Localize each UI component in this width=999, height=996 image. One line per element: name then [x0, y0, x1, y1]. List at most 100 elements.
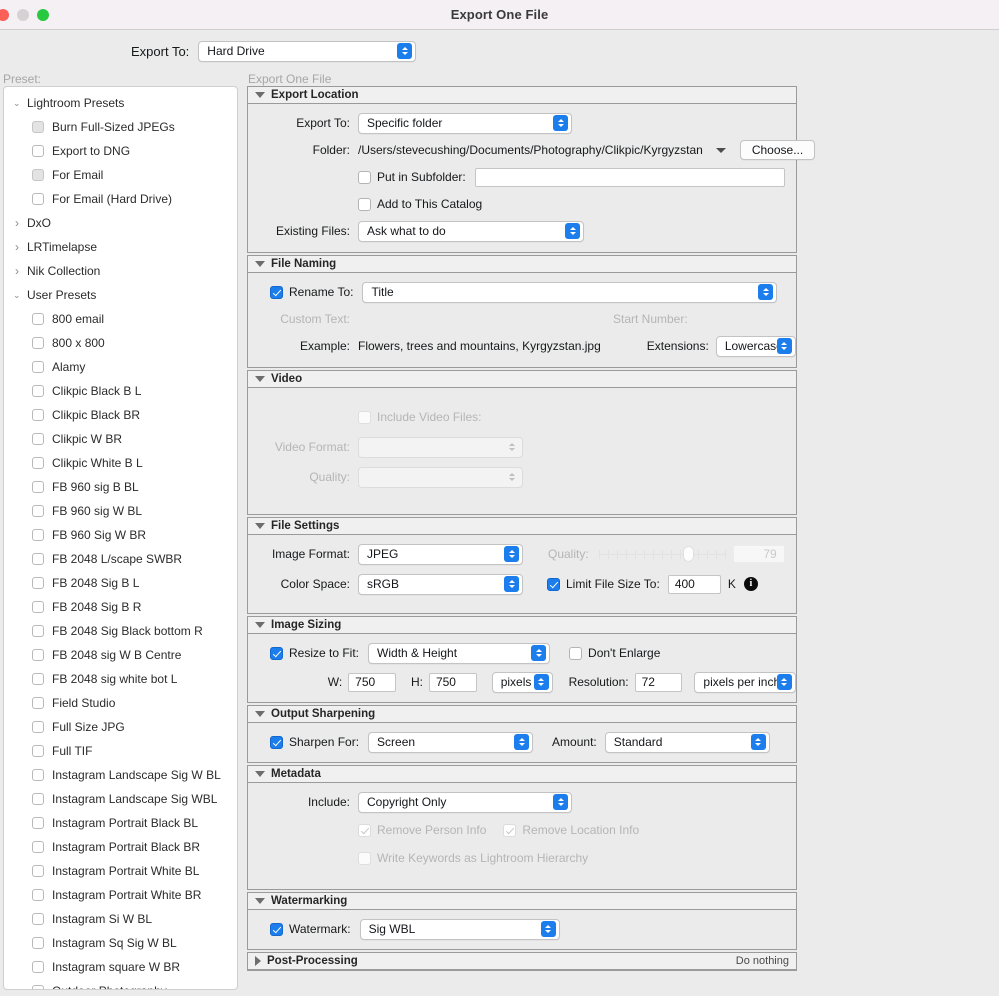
preset-group-nik-collection[interactable]: ›Nik Collection [4, 259, 237, 283]
rename-to-select[interactable]: Title [362, 282, 777, 303]
close-button[interactable] [0, 9, 9, 21]
sharpen-amount-select[interactable]: Standard [605, 732, 770, 753]
subfolder-name-input[interactable] [475, 168, 785, 187]
preset-item[interactable]: Instagram Portrait Black BR [4, 835, 237, 859]
preset-item[interactable]: FB 960 sig W BL [4, 499, 237, 523]
preset-checkbox[interactable] [32, 913, 44, 925]
preset-checkbox[interactable] [32, 745, 44, 757]
put-in-subfolder-checkbox[interactable] [358, 171, 371, 184]
preset-checkbox[interactable] [32, 841, 44, 853]
info-icon[interactable]: i [744, 577, 758, 591]
file-settings-header[interactable]: File Settings [248, 518, 796, 535]
preset-item[interactable]: Instagram Landscape Sig W BL [4, 763, 237, 787]
rename-to-checkbox[interactable] [270, 286, 283, 299]
preset-checkbox[interactable] [32, 961, 44, 973]
zoom-button[interactable] [37, 9, 49, 21]
file-naming-header[interactable]: File Naming [248, 256, 796, 273]
preset-checkbox[interactable] [32, 553, 44, 565]
size-units-select[interactable]: pixels [492, 672, 553, 693]
metadata-include-select[interactable]: Copyright Only [358, 792, 572, 813]
resolution-units-select[interactable]: pixels per inch [694, 672, 796, 693]
export-location-header[interactable]: Export Location [248, 87, 796, 104]
sharpen-for-select[interactable]: Screen [368, 732, 533, 753]
preset-item[interactable]: Instagram square W BR [4, 955, 237, 979]
extensions-select[interactable]: Lowercase [716, 336, 796, 357]
width-input[interactable]: 750 [348, 673, 396, 692]
color-space-select[interactable]: sRGB [358, 574, 523, 595]
resize-to-fit-checkbox[interactable] [270, 647, 283, 660]
preset-checkbox[interactable] [32, 769, 44, 781]
preset-group-lightroom-presets[interactable]: ⌄Lightroom Presets [4, 91, 237, 115]
image-format-select[interactable]: JPEG [358, 544, 523, 565]
preset-checkbox[interactable] [32, 193, 44, 205]
preset-item[interactable]: Clikpic Black B L [4, 379, 237, 403]
preset-item[interactable]: Clikpic Black BR [4, 403, 237, 427]
export-to-select[interactable]: Hard Drive [198, 41, 416, 62]
preset-item[interactable]: FB 2048 L/scape SWBR [4, 547, 237, 571]
preset-checkbox[interactable] [32, 121, 44, 133]
image-sizing-header[interactable]: Image Sizing [248, 617, 796, 634]
choose-folder-button[interactable]: Choose... [740, 140, 815, 160]
preset-item[interactable]: FB 960 Sig W BR [4, 523, 237, 547]
chevron-down-icon[interactable] [716, 148, 726, 153]
preset-item[interactable]: FB 2048 Sig Black bottom R [4, 619, 237, 643]
export-location-folder-type-select[interactable]: Specific folder [358, 113, 572, 134]
preset-sidebar[interactable]: ⌄Lightroom PresetsBurn Full-Sized JPEGsE… [3, 86, 238, 990]
preset-checkbox[interactable] [32, 313, 44, 325]
preset-checkbox[interactable] [32, 673, 44, 685]
preset-checkbox[interactable] [32, 409, 44, 421]
preset-checkbox[interactable] [32, 577, 44, 589]
preset-item[interactable]: For Email [4, 163, 237, 187]
watermarking-header[interactable]: Watermarking [248, 893, 796, 910]
preset-item[interactable]: Clikpic W BR [4, 427, 237, 451]
dont-enlarge-checkbox[interactable] [569, 647, 582, 660]
preset-group-lrtimelapse[interactable]: ›LRTimelapse [4, 235, 237, 259]
existing-files-select[interactable]: Ask what to do [358, 221, 584, 242]
preset-item[interactable]: Export to DNG [4, 139, 237, 163]
height-input[interactable]: 750 [429, 673, 477, 692]
preset-item[interactable]: Full TIF [4, 739, 237, 763]
resize-to-fit-select[interactable]: Width & Height [368, 643, 550, 664]
preset-checkbox[interactable] [32, 505, 44, 517]
preset-item[interactable]: FB 960 sig B BL [4, 475, 237, 499]
preset-item[interactable]: FB 2048 Sig B R [4, 595, 237, 619]
post-processing-header[interactable]: Post-Processing Do nothing [248, 953, 796, 970]
preset-checkbox[interactable] [32, 937, 44, 949]
preset-item[interactable]: FB 2048 Sig B L [4, 571, 237, 595]
preset-checkbox[interactable] [32, 601, 44, 613]
preset-item[interactable]: Instagram Landscape Sig WBL [4, 787, 237, 811]
preset-item[interactable]: Instagram Portrait Black BL [4, 811, 237, 835]
preset-item[interactable]: Instagram Si W BL [4, 907, 237, 931]
preset-checkbox[interactable] [32, 697, 44, 709]
preset-checkbox[interactable] [32, 793, 44, 805]
preset-group-dxo[interactable]: ›DxO [4, 211, 237, 235]
preset-checkbox[interactable] [32, 721, 44, 733]
preset-checkbox[interactable] [32, 457, 44, 469]
preset-item[interactable]: Instagram Sq Sig W BL [4, 931, 237, 955]
limit-file-size-checkbox[interactable] [547, 578, 560, 591]
preset-checkbox[interactable] [32, 433, 44, 445]
preset-item[interactable]: 800 email [4, 307, 237, 331]
output-sharpening-header[interactable]: Output Sharpening [248, 706, 796, 723]
preset-checkbox[interactable] [32, 169, 44, 181]
preset-checkbox[interactable] [32, 337, 44, 349]
resolution-input[interactable]: 72 [635, 673, 683, 692]
preset-checkbox[interactable] [32, 817, 44, 829]
preset-item[interactable]: FB 2048 sig white bot L [4, 667, 237, 691]
watermark-select[interactable]: Sig WBL [360, 919, 560, 940]
video-header[interactable]: Video [248, 371, 796, 388]
preset-item[interactable]: Outdoor Photography [4, 979, 237, 990]
preset-checkbox[interactable] [32, 865, 44, 877]
preset-checkbox[interactable] [32, 385, 44, 397]
metadata-header[interactable]: Metadata [248, 766, 796, 783]
preset-checkbox[interactable] [32, 625, 44, 637]
minimize-button[interactable] [17, 9, 29, 21]
preset-checkbox[interactable] [32, 985, 44, 990]
preset-checkbox[interactable] [32, 889, 44, 901]
preset-checkbox[interactable] [32, 481, 44, 493]
preset-item[interactable]: Full Size JPG [4, 715, 237, 739]
preset-item[interactable]: Burn Full-Sized JPEGs [4, 115, 237, 139]
watermark-checkbox[interactable] [270, 923, 283, 936]
preset-item[interactable]: For Email (Hard Drive) [4, 187, 237, 211]
preset-item[interactable]: Alamy [4, 355, 237, 379]
